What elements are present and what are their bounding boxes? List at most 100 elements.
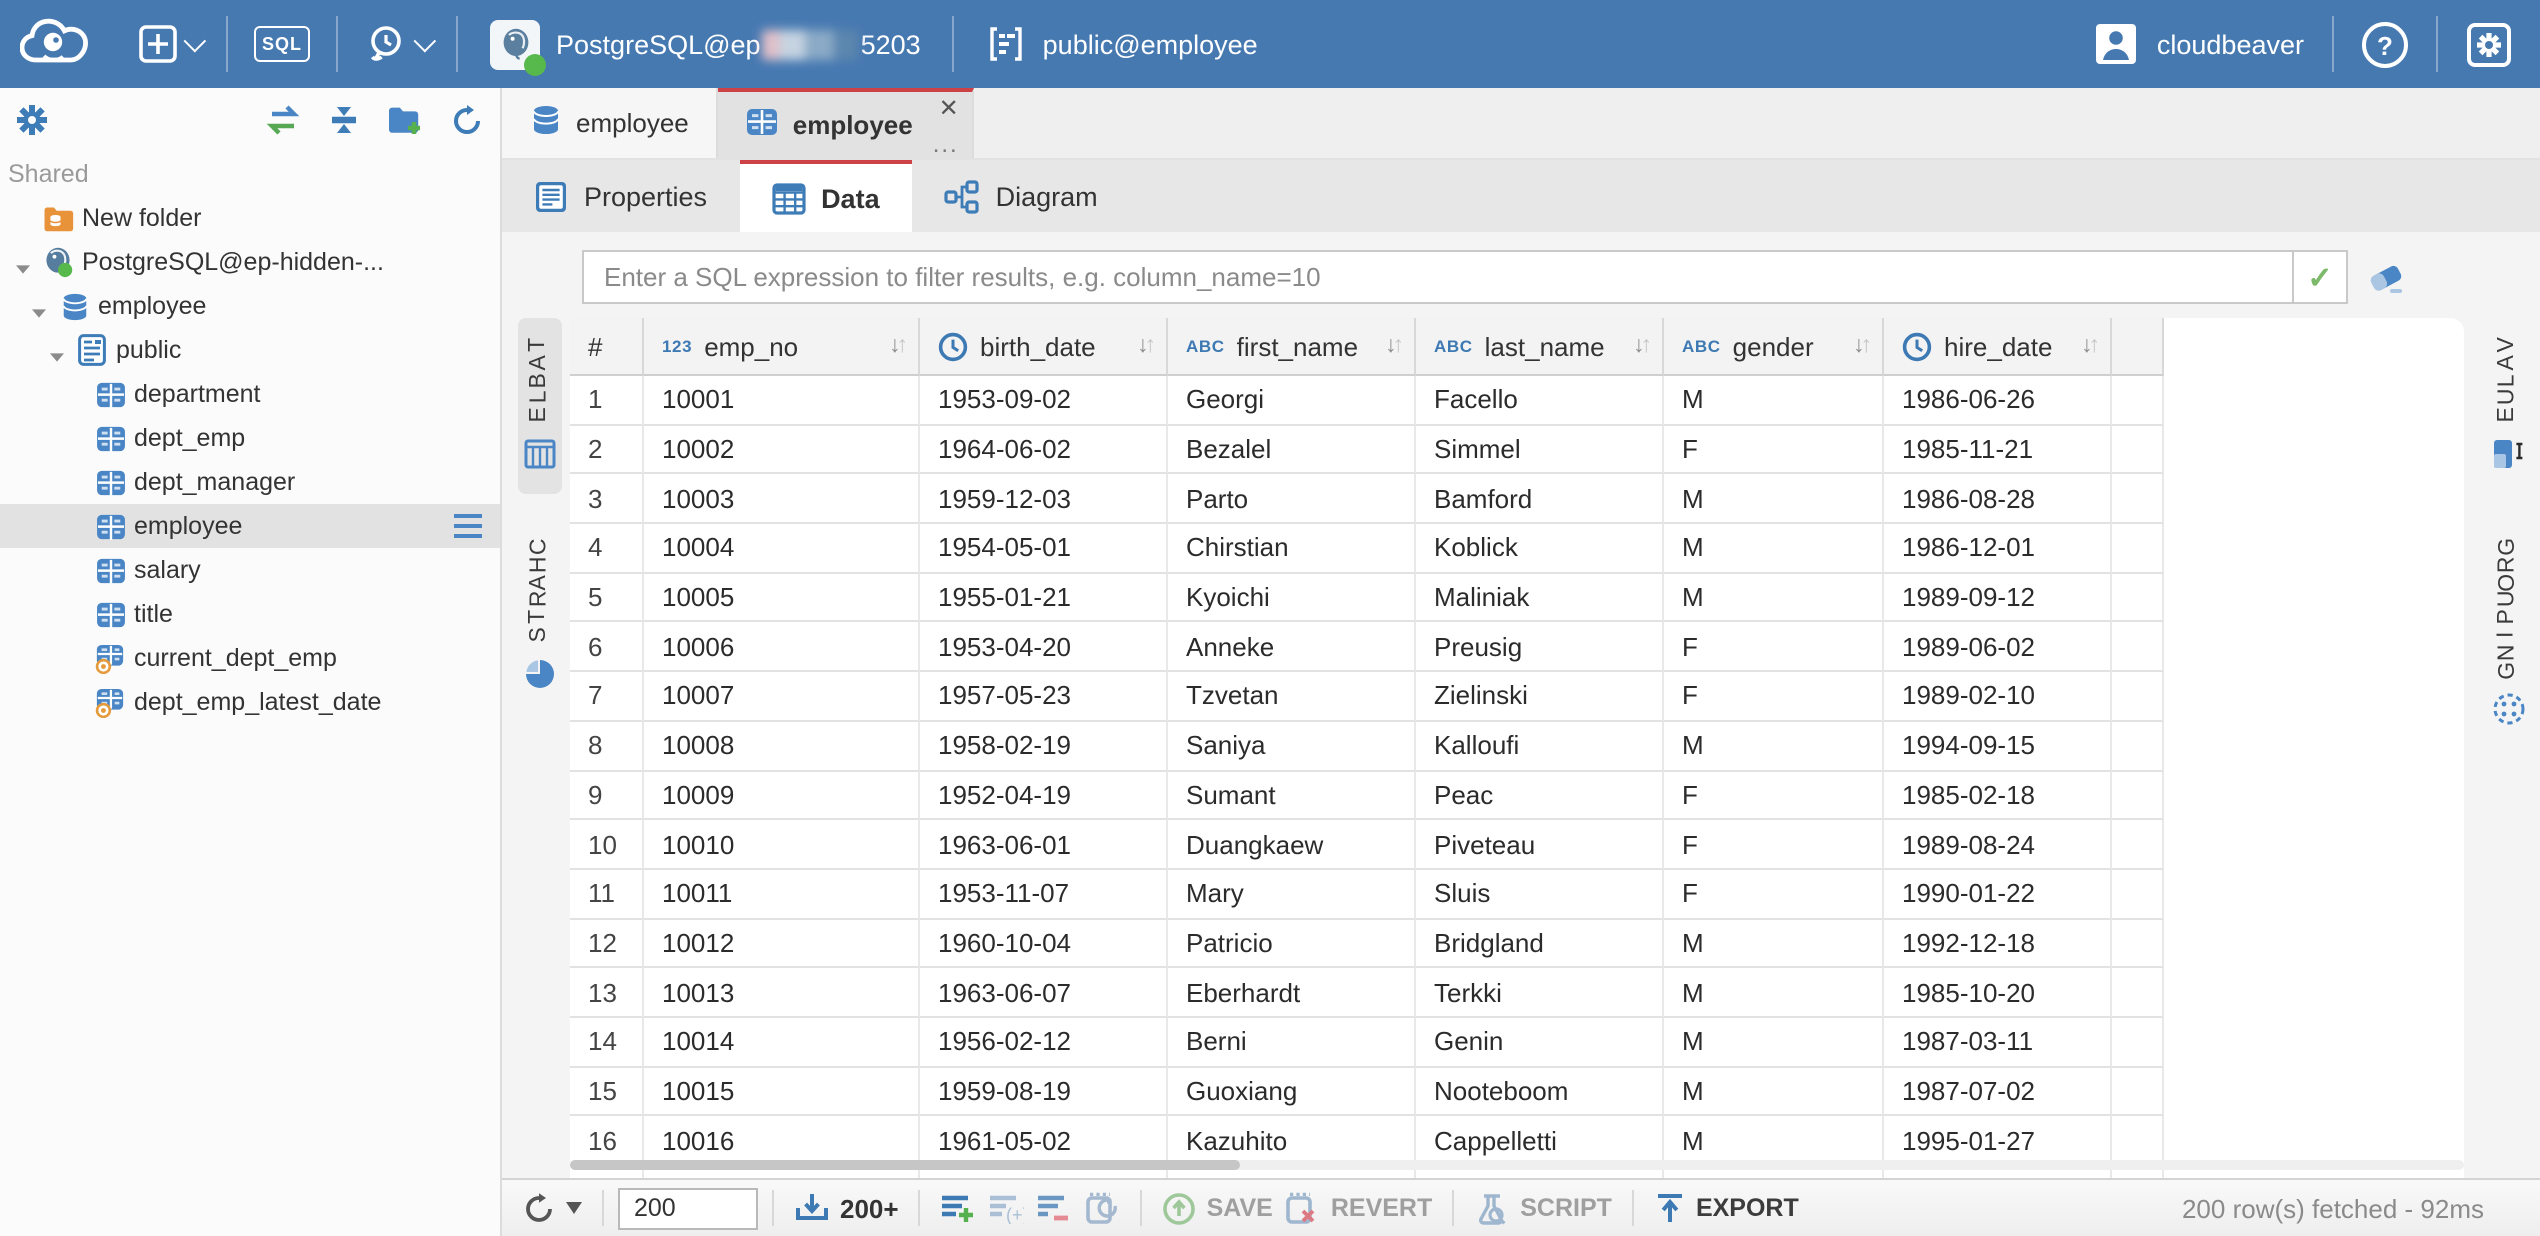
tree-item-current-dept-emp[interactable]: current_dept_emp (0, 636, 500, 680)
cell-hire_date[interactable]: 1985-10-20 (1884, 969, 2112, 1018)
cell-first_name[interactable]: Kyoichi (1168, 574, 1416, 623)
sort-icon[interactable]: ↓↑ (1853, 334, 1874, 358)
cell-birth_date[interactable]: 1958-02-19 (920, 722, 1168, 771)
row-number-cell[interactable]: 4 (570, 524, 644, 573)
column-header-emp_no[interactable]: 123emp_no↓↑ (644, 318, 920, 376)
cell-filler[interactable] (2112, 771, 2164, 820)
cell-birth_date[interactable]: 1964-06-02 (920, 425, 1168, 474)
cell-last_name[interactable]: Genin (1416, 1018, 1664, 1067)
cell-emp_no[interactable]: 10003 (644, 475, 920, 524)
cell-first_name[interactable]: Sumant (1168, 771, 1416, 820)
cell-gender[interactable]: M (1664, 1067, 1884, 1116)
cell-birth_date[interactable]: 1959-12-03 (920, 475, 1168, 524)
row-number-cell[interactable]: 15 (570, 1067, 644, 1116)
cell-last_name[interactable]: Sluis (1416, 870, 1664, 919)
settings-button[interactable] (2446, 0, 2540, 88)
revert-button[interactable]: REVERT (1279, 1191, 1438, 1225)
cell-last_name[interactable]: Cappelletti (1416, 1117, 1664, 1166)
tab-diagram[interactable]: Diagram (912, 160, 1130, 232)
scrollbar-thumb[interactable] (570, 1160, 1240, 1170)
column-header-first_name[interactable]: ABCfirst_name↓↑ (1168, 318, 1416, 376)
save-button[interactable]: SAVE (1157, 1191, 1279, 1225)
tree-item-dept-emp-latest-date[interactable]: dept_emp_latest_date (0, 680, 500, 724)
cell-first_name[interactable]: Saniya (1168, 722, 1416, 771)
cell-birth_date[interactable]: 1960-10-04 (920, 919, 1168, 968)
tab-grouping-panel[interactable]: GROUPING (2485, 520, 2531, 751)
cell-last_name[interactable]: Maliniak (1416, 574, 1664, 623)
cell-filler[interactable] (2112, 672, 2164, 721)
cell-hire_date[interactable]: 1992-12-18 (1884, 919, 2112, 968)
tree-item-employee[interactable]: employee (0, 284, 500, 328)
cell-filler[interactable] (2112, 722, 2164, 771)
cell-first_name[interactable]: Eberhardt (1168, 969, 1416, 1018)
cell-emp_no[interactable]: 10013 (644, 969, 920, 1018)
row-limit-input[interactable] (618, 1187, 758, 1229)
column-header-hire_date[interactable]: hire_date↓↑ (1884, 318, 2112, 376)
cell-first_name[interactable]: Guoxiang (1168, 1067, 1416, 1116)
cell-hire_date[interactable]: 1985-11-21 (1884, 425, 2112, 474)
cell-hire_date[interactable]: 1994-09-15 (1884, 722, 2112, 771)
row-number-cell[interactable]: 5 (570, 574, 644, 623)
sql-filter-input[interactable] (584, 252, 2292, 302)
cell-gender[interactable]: M (1664, 919, 1884, 968)
column-header-birth_date[interactable]: birth_date↓↑ (920, 318, 1168, 376)
row-number-cell[interactable]: 10 (570, 820, 644, 869)
cell-last_name[interactable]: Bridgland (1416, 919, 1664, 968)
tab-value-panel[interactable]: VALUE (2486, 318, 2530, 494)
cell-last_name[interactable]: Zielinski (1416, 672, 1664, 721)
cell-first_name[interactable]: Berni (1168, 1018, 1416, 1067)
cell-gender[interactable]: M (1664, 376, 1884, 425)
item-menu-icon[interactable] (454, 514, 482, 538)
sort-icon[interactable]: ↓↑ (1385, 334, 1406, 358)
cell-birth_date[interactable]: 1955-01-21 (920, 574, 1168, 623)
tab-table-presentation[interactable]: TABLE (518, 318, 562, 494)
cell-last_name[interactable]: Bamford (1416, 475, 1664, 524)
cell-emp_no[interactable]: 10004 (644, 524, 920, 573)
tree-item-department[interactable]: department (0, 372, 500, 416)
sync-connection-icon[interactable] (264, 104, 302, 136)
tab-employee-database[interactable]: employee (502, 88, 719, 158)
refresh-tree-icon[interactable] (450, 103, 484, 137)
cell-emp_no[interactable]: 10007 (644, 672, 920, 721)
tab-charts-presentation[interactable]: CHARTS (518, 520, 562, 714)
column-header-gender[interactable]: ABCgender↓↑ (1664, 318, 1884, 376)
cell-emp_no[interactable]: 10009 (644, 771, 920, 820)
export-button[interactable]: EXPORT (1648, 1192, 1805, 1224)
tree-item-title[interactable]: title (0, 592, 500, 636)
cell-birth_date[interactable]: 1959-08-19 (920, 1067, 1168, 1116)
cell-first_name[interactable]: Mary (1168, 870, 1416, 919)
cell-emp_no[interactable]: 10010 (644, 820, 920, 869)
cell-first_name[interactable]: Chirstian (1168, 524, 1416, 573)
row-number-cell[interactable]: 16 (570, 1117, 644, 1166)
cell-gender[interactable]: F (1664, 771, 1884, 820)
cell-first_name[interactable]: Anneke (1168, 623, 1416, 672)
tab-more-icon[interactable]: ... (933, 130, 959, 158)
script-button[interactable]: SCRIPT (1468, 1191, 1618, 1225)
help-button[interactable]: ? (2342, 0, 2428, 88)
sort-icon[interactable]: ↓↑ (2081, 334, 2102, 358)
cell-hire_date[interactable]: 1985-02-18 (1884, 771, 2112, 820)
cell-emp_no[interactable]: 10005 (644, 574, 920, 623)
refresh-results-button[interactable] (516, 1191, 588, 1225)
cell-last_name[interactable]: Preusig (1416, 623, 1664, 672)
schema-selector[interactable]: public@employee (963, 0, 1282, 88)
cell-hire_date[interactable]: 1986-06-26 (1884, 376, 2112, 425)
collapse-all-icon[interactable] (328, 104, 360, 136)
cell-emp_no[interactable]: 10006 (644, 623, 920, 672)
cell-hire_date[interactable]: 1986-08-28 (1884, 475, 2112, 524)
row-number-cell[interactable]: 7 (570, 672, 644, 721)
row-number-cell[interactable]: 11 (570, 870, 644, 919)
cell-filler[interactable] (2112, 425, 2164, 474)
cell-emp_no[interactable]: 10015 (644, 1067, 920, 1116)
cell-birth_date[interactable]: 1954-05-01 (920, 524, 1168, 573)
cell-filler[interactable] (2112, 1067, 2164, 1116)
cell-birth_date[interactable]: 1953-11-07 (920, 870, 1168, 919)
tree-item-new-folder[interactable]: New folder (0, 196, 500, 240)
cell-first_name[interactable]: Kazuhito (1168, 1117, 1416, 1166)
new-connection-button[interactable] (120, 0, 218, 88)
close-icon[interactable]: ✕ (939, 94, 959, 122)
chevron-down-icon[interactable] (30, 300, 46, 316)
driver-tools-button[interactable] (346, 0, 448, 88)
sort-icon[interactable]: ↓↑ (889, 334, 910, 358)
cell-last_name[interactable]: Koblick (1416, 524, 1664, 573)
